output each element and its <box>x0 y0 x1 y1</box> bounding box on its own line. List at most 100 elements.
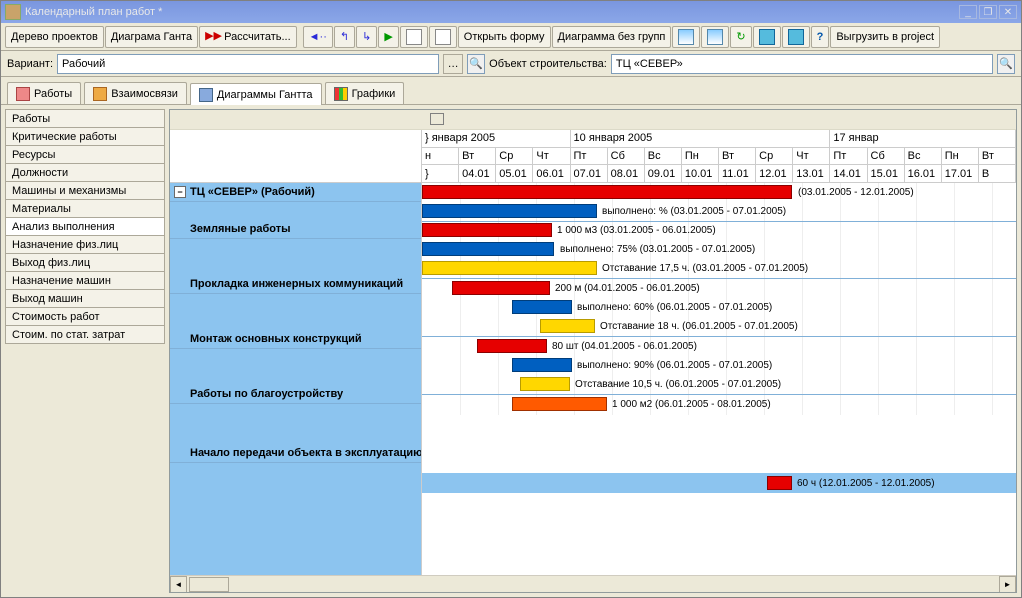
link1-button[interactable] <box>753 26 781 48</box>
zoom-slider[interactable] <box>170 110 1016 130</box>
bar-t3-plan[interactable] <box>477 339 547 353</box>
bar-t3-done[interactable] <box>512 358 572 372</box>
bar-root-plan[interactable] <box>422 185 792 199</box>
task-3[interactable]: Монтаж основных конструкций <box>170 330 421 349</box>
day-header: Вс <box>905 148 942 165</box>
collapse-icon[interactable]: − <box>174 186 186 198</box>
sidebar-item-2[interactable]: Ресурсы <box>5 145 165 164</box>
links-icon <box>93 87 107 101</box>
run-button[interactable]: ▶ <box>378 26 398 48</box>
task-5[interactable]: Начало передачи объекта в эксплуатацию <box>170 444 421 463</box>
bar-t2-done[interactable] <box>512 300 572 314</box>
nav-back-button[interactable]: ◄·· <box>303 26 333 48</box>
export-project-button[interactable]: Выгрузить в project <box>830 26 940 48</box>
sidebar-item-0[interactable]: Работы <box>5 109 165 128</box>
object-search-button[interactable]: 🔍 <box>997 54 1015 74</box>
object-label: Объект строительства: <box>489 58 607 70</box>
bar-t3-lag[interactable] <box>520 377 570 391</box>
date-header: 07.01 <box>571 165 608 182</box>
open-form-button[interactable]: Открыть форму <box>458 26 551 48</box>
task-2[interactable]: Прокладка инженерных коммуникаций <box>170 275 421 294</box>
sidebar-item-12[interactable]: Стоим. по стат. затрат <box>5 325 165 344</box>
bar-root-done[interactable] <box>422 204 597 218</box>
week-header: 10 января 2005 <box>571 130 831 147</box>
bar-t3-done-label: выполнено: 90% (06.01.2005 - 07.01.2005) <box>577 358 772 372</box>
sidebar-item-11[interactable]: Стоимость работ <box>5 307 165 326</box>
section-divider <box>422 221 1016 222</box>
grid2-button[interactable] <box>701 26 729 48</box>
task-row-sub <box>170 239 421 257</box>
gantt-diagram-button[interactable]: Диаграма Ганта <box>105 26 198 48</box>
h-scrollbar[interactable]: ◄ ► <box>170 575 1016 592</box>
sidebar-item-1[interactable]: Критические работы <box>5 127 165 146</box>
sidebar-item-10[interactable]: Выход машин <box>5 289 165 308</box>
calculate-button[interactable]: ▶▶ Рассчитать... <box>199 26 297 48</box>
timeline-column: } января 200510 января 200517 январ нВтС… <box>422 130 1016 575</box>
maximize-button[interactable]: ❐ <box>979 5 997 19</box>
refresh-button[interactable]: ↻ <box>730 26 751 48</box>
task-4[interactable]: Работы по благоустройству <box>170 385 421 404</box>
grid1-button[interactable] <box>672 26 700 48</box>
help-button[interactable]: ? <box>811 26 830 48</box>
tab-charts[interactable]: Графики <box>325 82 405 104</box>
task-row-sub <box>170 294 421 312</box>
list-icon <box>16 87 30 101</box>
scroll-thumb[interactable] <box>189 577 229 592</box>
project-tree-button[interactable]: Дерево проектов <box>5 26 104 48</box>
bar-t2-plan[interactable] <box>452 281 550 295</box>
sidebar-item-7[interactable]: Назначение физ.лиц <box>5 235 165 254</box>
nav-up-button[interactable]: ↰ <box>334 26 355 48</box>
scroll-right-button[interactable]: ► <box>999 576 1016 593</box>
date-header: 05.01 <box>496 165 533 182</box>
sidebar-item-5[interactable]: Материалы <box>5 199 165 218</box>
close-button[interactable]: ✕ <box>999 5 1017 19</box>
bar-t1-done[interactable] <box>422 242 554 256</box>
dates-row: }04.0105.0106.0107.0108.0109.0110.0111.0… <box>422 165 1016 182</box>
slider-thumb[interactable] <box>430 113 444 125</box>
date-header: 04.01 <box>459 165 496 182</box>
scroll-left-button[interactable]: ◄ <box>170 576 187 593</box>
bar-t2-lag[interactable] <box>540 319 595 333</box>
sheet2-button[interactable] <box>429 26 457 48</box>
object-input[interactable]: ТЦ «СЕВЕР» <box>611 54 993 74</box>
bar-t1-lag[interactable] <box>422 261 597 275</box>
date-header: 13.01 <box>793 165 830 182</box>
bar-t5-plan[interactable] <box>767 476 792 490</box>
minimize-button[interactable]: _ <box>959 5 977 19</box>
tab-relations[interactable]: Взаимосвязи <box>84 82 187 104</box>
tab-works[interactable]: Работы <box>7 82 81 104</box>
date-header: 08.01 <box>608 165 645 182</box>
play-green-icon: ▶ <box>384 30 392 43</box>
variant-value: Рабочий <box>62 58 105 70</box>
main-toolbar: Дерево проектов Диаграма Ганта ▶▶ Рассчи… <box>1 23 1021 51</box>
tab-gantt[interactable]: Диаграммы Гантта <box>190 83 322 105</box>
bar-t4-plan[interactable] <box>512 397 607 411</box>
sidebar-item-4[interactable]: Машины и механизмы <box>5 181 165 200</box>
task-row-sub <box>170 202 421 220</box>
sheet1-button[interactable] <box>400 26 428 48</box>
day-header: Чт <box>533 148 570 165</box>
variant-input[interactable]: Рабочий <box>57 54 439 74</box>
bar-t2-done-label: выполнено: 60% (06.01.2005 - 07.01.2005) <box>577 300 772 314</box>
bar-t1-plan[interactable] <box>422 223 552 237</box>
gantt-body[interactable]: (03.01.2005 - 12.01.2005) выполнено: % (… <box>422 183 1016 575</box>
sidebar-item-3[interactable]: Должности <box>5 163 165 182</box>
variant-search-button[interactable]: 🔍 <box>467 54 485 74</box>
day-header: Пн <box>942 148 979 165</box>
variant-picker-button[interactable]: … <box>443 54 463 74</box>
diagram-nogroup-button[interactable]: Диаграмма без групп <box>552 26 672 48</box>
day-header: Сб <box>608 148 645 165</box>
nav-down-button[interactable]: ↳ <box>356 26 377 48</box>
search-icon: 🔍 <box>999 57 1013 70</box>
day-header: н <box>422 148 459 165</box>
bar-t5-plan-label: 60 ч (12.01.2005 - 12.01.2005) <box>797 476 935 490</box>
sidebar-item-6[interactable]: Анализ выполнения <box>5 217 165 236</box>
date-header: 16.01 <box>905 165 942 182</box>
task-root[interactable]: −ТЦ «СЕВЕР» (Рабочий) <box>170 183 421 202</box>
sidebar-item-8[interactable]: Выход физ.лиц <box>5 253 165 272</box>
day-header: Вт <box>459 148 496 165</box>
task-1[interactable]: Земляные работы <box>170 220 421 239</box>
bar-t4-plan-label: 1 000 м2 (06.01.2005 - 08.01.2005) <box>612 397 771 411</box>
sidebar-item-9[interactable]: Назначение машин <box>5 271 165 290</box>
link2-button[interactable] <box>782 26 810 48</box>
